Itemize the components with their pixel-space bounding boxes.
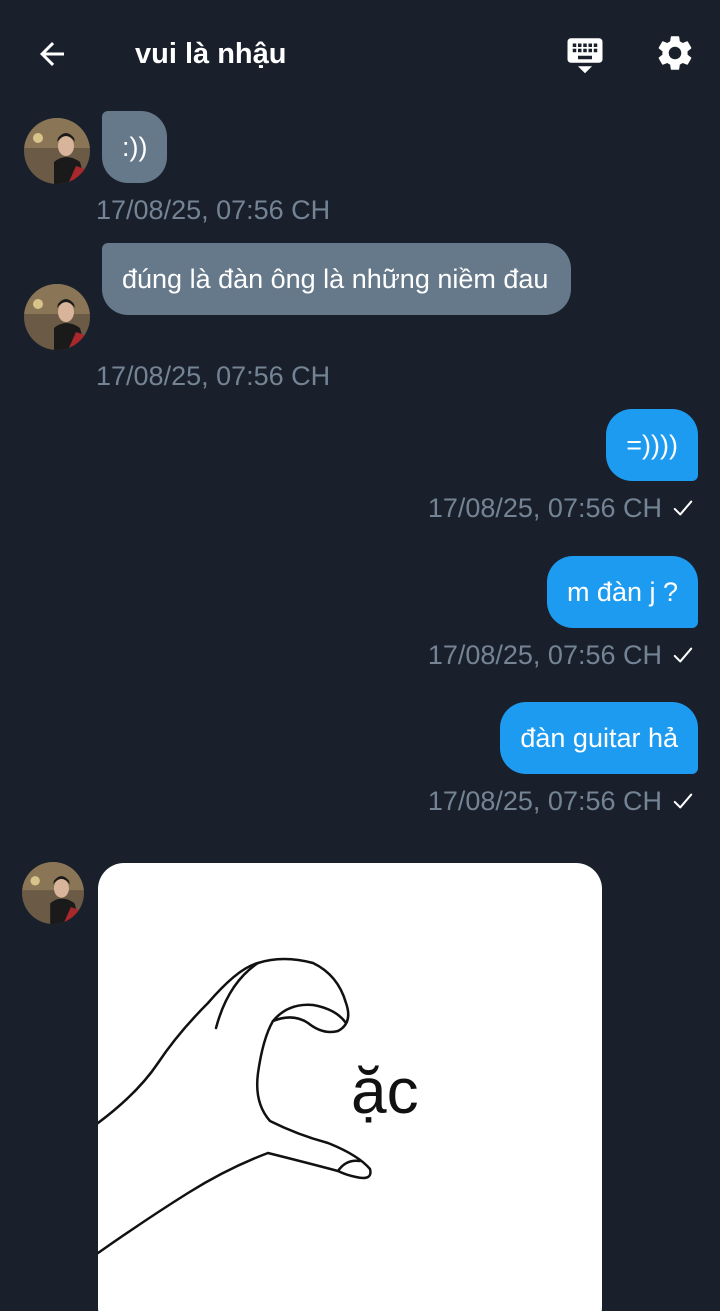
message-bubble-incoming[interactable]: :)) <box>102 111 168 183</box>
message-timestamp: 17/08/25, 07:56 CH <box>427 640 662 670</box>
message-meta: 17/08/25, 07:56 CH <box>428 638 694 672</box>
message-bubble-outgoing[interactable]: =)))) <box>606 409 698 481</box>
message-bubble-incoming[interactable]: đúng là đàn ông là những niềm đau <box>102 243 571 315</box>
hand-heart-sticker <box>98 957 372 1255</box>
message-meta: 17/08/25, 07:56 CH <box>428 784 694 818</box>
message-meta: 17/08/25, 07:56 CH <box>428 491 694 525</box>
check-icon <box>672 644 694 666</box>
message-timestamp: 17/08/25, 07:56 CH <box>427 493 662 523</box>
check-icon <box>672 790 694 812</box>
image-message[interactable]: ặc <box>98 863 602 1311</box>
chat-title: vui là nhậu <box>135 38 287 70</box>
avatar[interactable] <box>24 118 90 184</box>
message-bubble-outgoing[interactable]: đàn guitar hả <box>500 702 698 774</box>
sticker-caption: ặc <box>351 1055 419 1127</box>
avatar[interactable] <box>24 284 90 350</box>
chat-header: vui là nhậu <box>0 0 720 108</box>
message-timestamp: 17/08/25, 07:56 CH <box>427 786 662 816</box>
check-icon <box>672 497 694 519</box>
message-bubble-outgoing[interactable]: m đàn j ? <box>546 556 698 628</box>
arrow-left-icon <box>40 42 64 66</box>
avatar[interactable] <box>22 862 84 924</box>
gear-icon <box>658 36 692 70</box>
keyboard-button[interactable] <box>563 32 607 76</box>
chat-screen: vui là nhậu :)) 17/08/25, 07:56 CH đúng … <box>0 0 720 1311</box>
keyboard-icon <box>567 38 603 74</box>
settings-button[interactable] <box>652 30 698 76</box>
back-button[interactable] <box>32 34 72 74</box>
message-timestamp: 17/08/25, 07:56 CH <box>96 361 331 391</box>
message-timestamp: 17/08/25, 07:56 CH <box>96 195 331 225</box>
